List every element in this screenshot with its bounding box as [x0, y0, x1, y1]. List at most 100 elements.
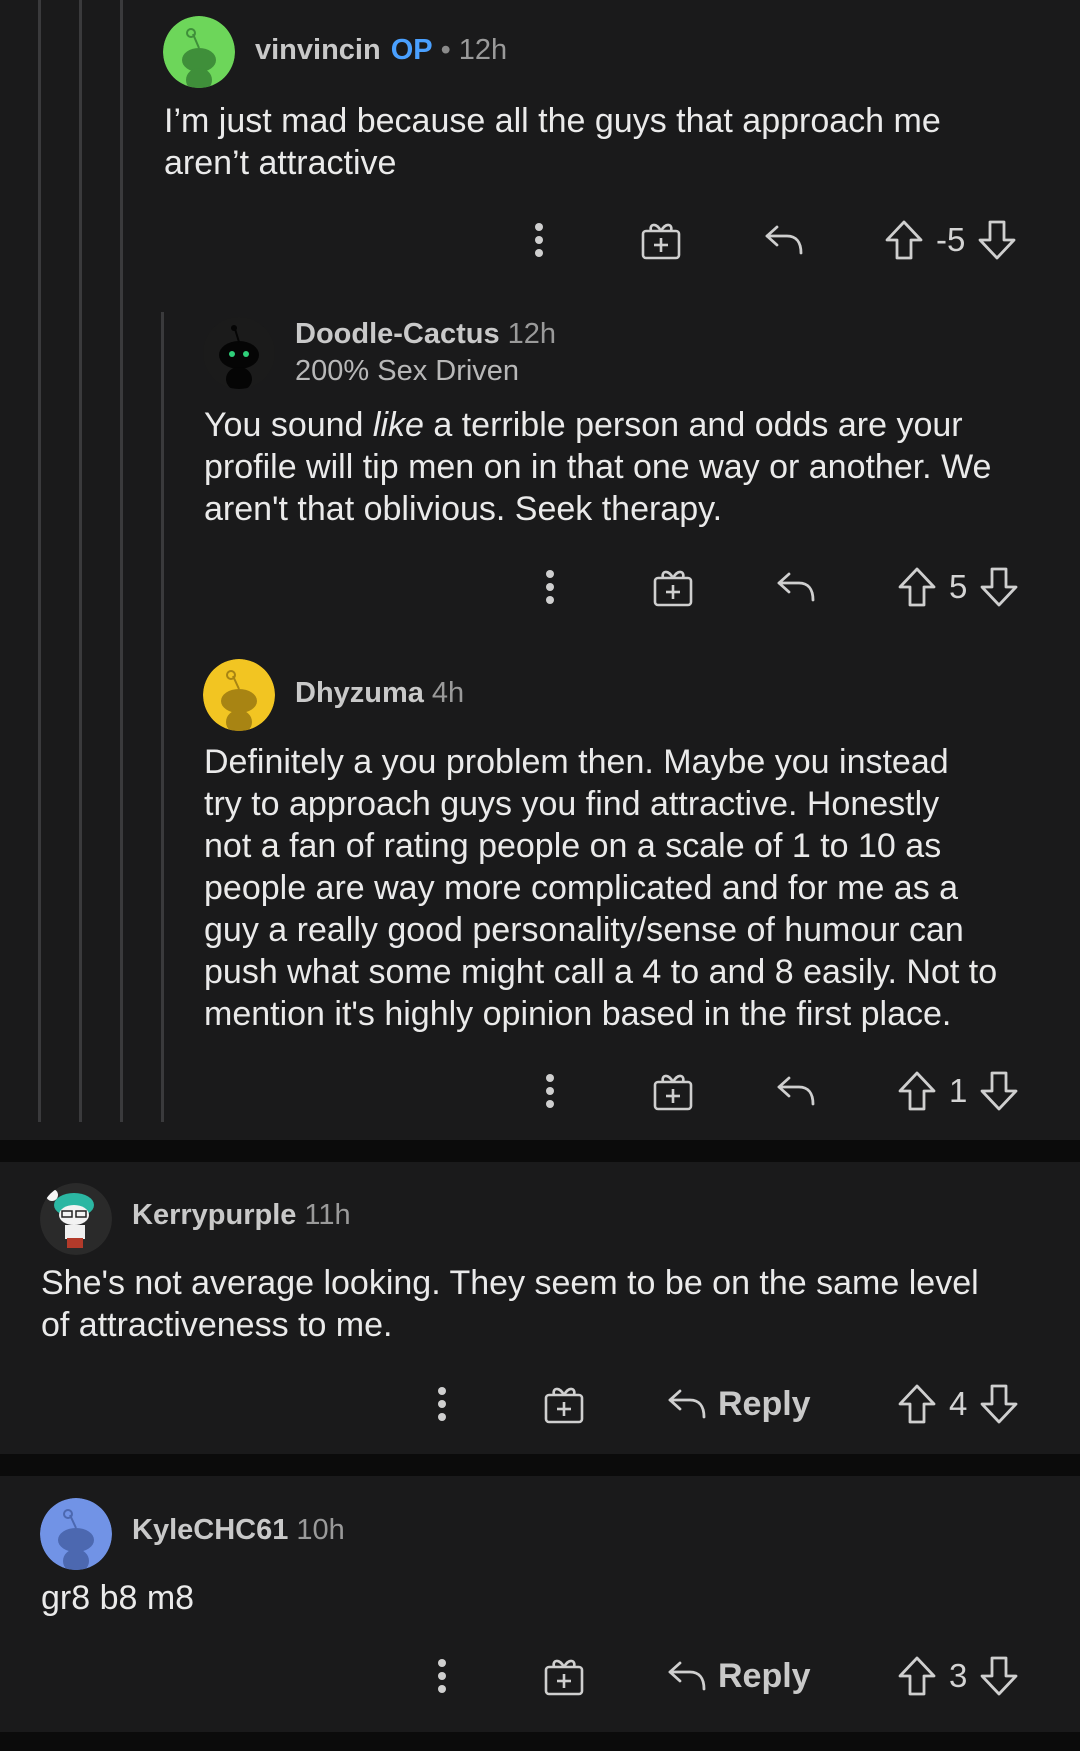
more-options-icon: [438, 1659, 446, 1693]
body-emphasis: like: [372, 406, 424, 444]
vote-score: 5: [949, 568, 968, 605]
custom-avatar-icon: [40, 1183, 112, 1255]
reply-label: Reply: [718, 1384, 811, 1423]
comment-actions: -5: [0, 215, 1080, 265]
username[interactable]: Dhyzuma: [295, 677, 424, 709]
comment-actions: Reply 4: [0, 1379, 1080, 1429]
more-options-button[interactable]: [431, 1651, 453, 1701]
body-line: people are way more complicated and for …: [204, 869, 959, 907]
vote-controls: 4: [897, 1379, 1019, 1429]
reply-icon: [668, 1661, 706, 1691]
avatar[interactable]: [203, 317, 275, 389]
more-options-icon: [546, 570, 554, 604]
body-line: You sound like a terrible person and odd…: [204, 404, 1064, 446]
comment-doodle-cactus: Doodle-Cactus 12h 200% Sex Driven You sou…: [0, 300, 1080, 620]
comment-header: Doodle-Cactus 12h: [295, 318, 556, 351]
upvote-icon[interactable]: [897, 1070, 937, 1112]
award-button[interactable]: [543, 1651, 585, 1701]
vote-score: -5: [936, 221, 966, 258]
body-line: I’m just mad because all the guys that a…: [164, 102, 941, 140]
user-flair: 200% Sex Driven: [295, 355, 520, 387]
vote-controls: 5: [897, 562, 1019, 612]
body-line: not a fan of rating people on a scale of…: [204, 827, 942, 865]
timestamp: 4h: [431, 677, 465, 709]
comment-dhyzuma: Dhyzuma 4h Definitely a you problem then.…: [0, 650, 1080, 1130]
comment-header: vinvincin OP • 12h: [255, 34, 507, 67]
snoo-avatar-icon: [40, 1498, 112, 1570]
vote-score: 3: [949, 1657, 968, 1694]
upvote-icon[interactable]: [897, 1383, 937, 1425]
username[interactable]: Kerrypurple: [132, 1199, 296, 1231]
separator-dot: •: [440, 34, 451, 66]
avatar[interactable]: [40, 1183, 112, 1255]
downvote-icon[interactable]: [979, 566, 1019, 608]
timestamp: 12h: [507, 318, 557, 350]
avatar[interactable]: [40, 1498, 112, 1570]
username[interactable]: Doodle-Cactus: [295, 318, 500, 350]
comment-body: She's not average looking. They seem to …: [41, 1262, 1061, 1346]
downvote-icon[interactable]: [979, 1655, 1019, 1697]
body-line: of attractiveness to me.: [41, 1306, 393, 1344]
avatar[interactable]: [203, 659, 275, 731]
comment-actions: 1: [0, 1066, 1080, 1116]
reply-icon: [765, 225, 803, 255]
more-options-icon: [535, 223, 543, 257]
comment-body: I’m just mad because all the guys that a…: [164, 100, 1044, 184]
downvote-icon[interactable]: [979, 1383, 1019, 1425]
body-text: a terrible person and odds are your: [423, 406, 963, 444]
timestamp: 10h: [296, 1514, 345, 1546]
more-options-button[interactable]: [539, 1066, 561, 1116]
reply-button[interactable]: [775, 562, 817, 612]
reply-button[interactable]: [763, 215, 805, 265]
username[interactable]: vinvincin: [255, 34, 381, 66]
body-line: Definitely a you problem then. Maybe you…: [204, 743, 949, 781]
comment-body: You sound like a terrible person and odd…: [204, 404, 1064, 530]
comment-header: KyleCHC61 10h: [132, 1514, 345, 1547]
award-button[interactable]: [543, 1379, 585, 1429]
body-line: She's not average looking. They seem to …: [41, 1264, 979, 1302]
reply-button[interactable]: Reply: [666, 1651, 811, 1701]
vote-score: 4: [949, 1385, 968, 1422]
body-line: guy a really good personality/sense of h…: [204, 911, 964, 949]
snoo-avatar-icon: [203, 659, 275, 731]
more-options-button[interactable]: [431, 1379, 453, 1429]
timestamp: 11h: [304, 1199, 351, 1231]
op-badge: OP: [390, 34, 433, 66]
body-line: aren’t attractive: [164, 144, 397, 182]
more-options-icon: [546, 1074, 554, 1108]
comment-actions: 5: [0, 562, 1080, 612]
reply-button[interactable]: [775, 1066, 817, 1116]
comment-kylechc61: KyleCHC61 10h gr8 b8 m8 Reply 3: [0, 1476, 1080, 1732]
more-options-icon: [438, 1387, 446, 1421]
vote-controls: 3: [897, 1651, 1019, 1701]
upvote-icon[interactable]: [884, 219, 924, 261]
snoo-avatar-icon: [203, 317, 275, 389]
body-line: profile will tip men on in that one way …: [204, 448, 992, 486]
award-button[interactable]: [652, 562, 694, 612]
vote-controls: 1: [897, 1066, 1019, 1116]
separator: [0, 1454, 1080, 1476]
body-line: mention it's highly opinion based in the…: [204, 995, 952, 1033]
reply-label: Reply: [718, 1656, 811, 1695]
reply-icon: [668, 1389, 706, 1419]
upvote-icon[interactable]: [897, 1655, 937, 1697]
award-icon: [653, 1074, 693, 1111]
award-button[interactable]: [640, 215, 682, 265]
award-button[interactable]: [652, 1066, 694, 1116]
downvote-icon[interactable]: [979, 1070, 1019, 1112]
separator: [0, 1140, 1080, 1162]
body-line: aren't that oblivious. Seek therapy.: [204, 490, 723, 528]
more-options-button[interactable]: [539, 562, 561, 612]
username[interactable]: KyleCHC61: [132, 1514, 288, 1546]
vote-controls: -5: [884, 215, 1017, 265]
body-line: try to approach guys you find attractive…: [204, 785, 940, 823]
upvote-icon[interactable]: [897, 566, 937, 608]
downvote-icon[interactable]: [977, 219, 1017, 261]
award-icon: [544, 1387, 584, 1424]
avatar[interactable]: [163, 16, 235, 88]
more-options-button[interactable]: [528, 215, 550, 265]
reply-button[interactable]: Reply: [666, 1379, 811, 1429]
body-line: gr8 b8 m8: [41, 1579, 195, 1617]
award-icon: [653, 570, 693, 607]
vote-score: 1: [949, 1072, 968, 1109]
